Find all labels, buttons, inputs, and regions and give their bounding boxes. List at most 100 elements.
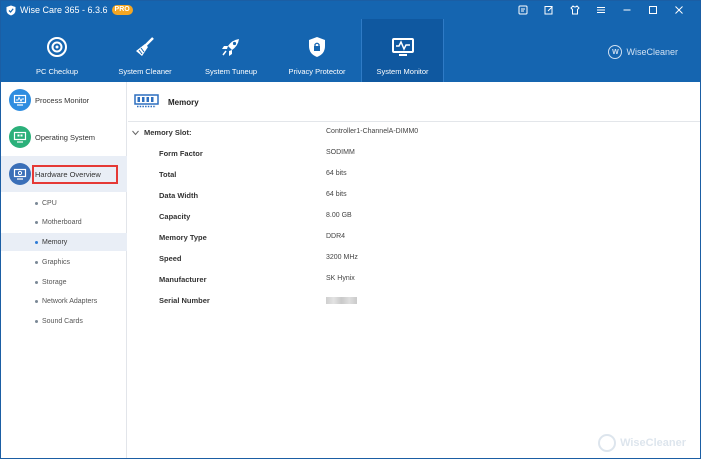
property-key: Total	[159, 170, 177, 179]
nav-pc-checkup[interactable]: PC Checkup	[21, 19, 93, 82]
property-row: Data Width 64 bits	[128, 191, 700, 205]
content-panel: Memory Memory Slot: Controller1-ChannelA…	[128, 82, 700, 458]
blurred-serial-number	[326, 297, 357, 304]
brand-name: WiseCleaner	[626, 47, 678, 57]
wisecleaner-brand[interactable]: W WiseCleaner	[608, 45, 678, 59]
property-key: Data Width	[159, 191, 199, 200]
bullet-dot-icon	[35, 201, 38, 205]
nav-system-tuneup[interactable]: System Tuneup	[195, 19, 267, 82]
subitem-network-adapters[interactable]: Network Adapters	[1, 292, 127, 310]
shield-icon	[304, 34, 330, 60]
property-value: DDR4	[326, 233, 346, 240]
property-value: Controller1-ChannelA-DIMM0	[326, 128, 419, 135]
bullet-dot-icon	[35, 299, 38, 303]
property-row: Speed 3200 MHz	[128, 254, 700, 268]
nav-label: PC Checkup	[35, 67, 79, 76]
memory-module-icon	[134, 94, 159, 108]
notes-icon	[544, 6, 553, 15]
nav-label: Privacy Protector	[288, 67, 346, 76]
bullet-dot-icon	[35, 240, 38, 244]
property-key: Memory Type	[159, 233, 207, 242]
sidebar-item-label: Operating System	[35, 132, 96, 142]
sidebar-item-label: Process Monitor	[35, 95, 90, 105]
wisecleaner-watermark-icon	[598, 434, 617, 452]
subitem-graphics[interactable]: Graphics	[1, 253, 127, 271]
menu-button[interactable]	[588, 1, 614, 19]
property-value: SK Hynix	[326, 275, 355, 282]
hardware-overview-icon	[9, 163, 31, 185]
property-row: Manufacturer SK Hynix	[128, 275, 700, 289]
subitem-cpu[interactable]: CPU	[1, 194, 127, 212]
subitem-label: Graphics	[42, 258, 71, 266]
top-navigation: PC Checkup System Cleaner System Tuneup …	[1, 19, 700, 82]
minimize-button[interactable]	[614, 1, 640, 19]
nav-label: System Tuneup	[204, 67, 258, 76]
memory-slot-row[interactable]: Memory Slot: Controller1-ChannelA-DIMM0	[128, 128, 700, 142]
property-key: Form Factor	[159, 149, 203, 158]
subitem-storage[interactable]: Storage	[1, 273, 127, 291]
nav-system-cleaner[interactable]: System Cleaner	[109, 19, 181, 82]
title-bar: Wise Care 365 - 6.3.6 PRO	[1, 1, 700, 19]
rocket-icon	[218, 34, 244, 60]
property-row: Total 64 bits	[128, 170, 700, 184]
feedback-icon	[518, 5, 528, 15]
target-icon	[44, 34, 70, 60]
property-row: Serial Number	[128, 296, 700, 310]
bullet-dot-icon	[35, 260, 38, 264]
property-key: Memory Slot:	[144, 128, 192, 137]
process-monitor-icon	[9, 89, 31, 111]
sidebar-item-process-monitor[interactable]: Process Monitor	[1, 82, 127, 118]
nav-system-monitor[interactable]: System Monitor	[361, 19, 444, 82]
watermark: WiseCleaner	[598, 434, 686, 452]
app-title: Wise Care 365 - 6.3.6	[20, 5, 108, 15]
property-key: Serial Number	[159, 296, 210, 305]
menu-icon	[597, 7, 605, 13]
skin-button[interactable]	[562, 1, 588, 19]
chevron-down-icon[interactable]	[132, 130, 139, 136]
operating-system-icon	[9, 126, 31, 148]
app-window: Wise Care 365 - 6.3.6 PRO PC Checkup Sys…	[0, 0, 701, 459]
bullet-dot-icon	[35, 220, 38, 224]
subitem-label: Network Adapters	[42, 297, 98, 305]
property-row: Form Factor SODIMM	[128, 149, 700, 163]
sidebar: Process Monitor Operating System Hardwar…	[1, 82, 127, 458]
notes-button[interactable]	[536, 1, 562, 19]
content-header: Memory	[128, 82, 700, 122]
close-icon	[675, 6, 683, 14]
property-value: 3200 MHz	[326, 254, 358, 261]
property-key: Capacity	[159, 212, 191, 221]
subitem-sound-cards[interactable]: Sound Cards	[1, 312, 127, 330]
watermark-text: WiseCleaner	[620, 437, 686, 449]
sidebar-item-operating-system[interactable]: Operating System	[1, 119, 127, 155]
subitem-label: Storage	[42, 278, 67, 286]
property-row: Capacity 8.00 GB	[128, 212, 700, 226]
property-value: 64 bits	[326, 191, 347, 198]
bullet-dot-icon	[35, 280, 38, 284]
subitem-label: CPU	[42, 199, 57, 207]
property-value: 64 bits	[326, 170, 347, 177]
window-controls	[510, 1, 692, 19]
property-key: Speed	[159, 254, 182, 263]
property-value: 8.00 GB	[326, 212, 352, 219]
app-logo-icon	[6, 5, 16, 15]
maximize-icon	[649, 6, 657, 14]
property-key: Manufacturer	[159, 275, 207, 284]
subitem-memory[interactable]: Memory	[1, 233, 127, 251]
property-value: SODIMM	[326, 149, 355, 156]
nav-label: System Monitor	[376, 67, 429, 76]
subitem-motherboard[interactable]: Motherboard	[1, 213, 127, 231]
monitor-icon	[390, 34, 416, 60]
maximize-button[interactable]	[640, 1, 666, 19]
broom-icon	[132, 34, 158, 60]
minimize-icon	[623, 9, 631, 11]
property-row: Memory Type DDR4	[128, 233, 700, 247]
feedback-button[interactable]	[510, 1, 536, 19]
page-title: Memory	[168, 98, 199, 107]
nav-privacy-protector[interactable]: Privacy Protector	[281, 19, 353, 82]
bullet-dot-icon	[35, 319, 38, 323]
wisecleaner-logo-icon: W	[608, 45, 623, 59]
nav-label: System Cleaner	[118, 67, 172, 76]
subitem-label: Sound Cards	[42, 317, 83, 325]
close-button[interactable]	[666, 1, 692, 19]
pro-badge: PRO	[111, 5, 133, 15]
